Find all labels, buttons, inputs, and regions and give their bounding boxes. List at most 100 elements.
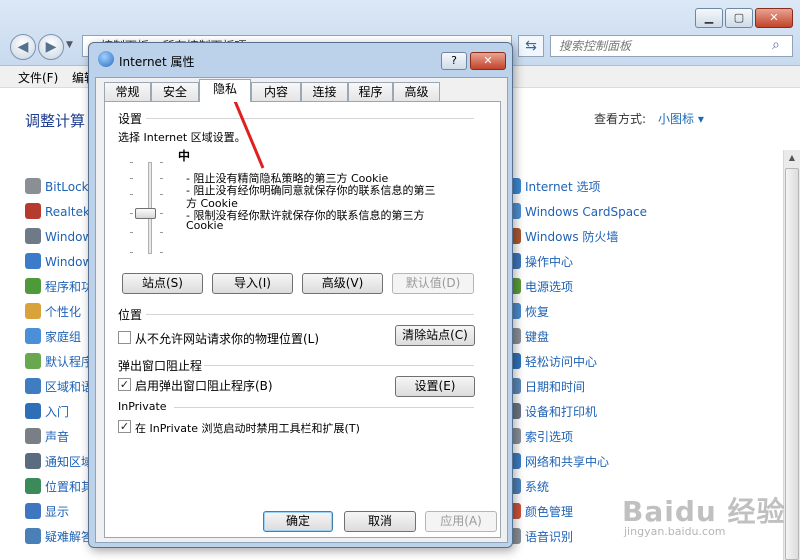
slider-tick <box>160 232 163 233</box>
programs-icon <box>25 278 41 294</box>
settings-divider <box>146 118 474 119</box>
tab-general[interactable]: 常规 <box>104 82 151 101</box>
cp-item-windows-2[interactable]: Window <box>25 253 92 271</box>
minimize-button[interactable]: ▁ <box>695 8 723 28</box>
cp-item-color-management[interactable]: 颜色管理 <box>505 503 573 521</box>
tab-programs[interactable]: 程序 <box>348 82 393 101</box>
settings-instruction: 选择 Internet 区域设置。 <box>118 131 246 144</box>
slider-tick <box>130 213 133 214</box>
settings-group-label: 设置 <box>118 112 143 126</box>
location-checkbox[interactable] <box>118 331 131 344</box>
cp-item-display[interactable]: 显示 <box>25 503 69 521</box>
cp-item-power[interactable]: 电源选项 <box>505 278 573 296</box>
cp-item-ease-of-access[interactable]: 轻松访问中心 <box>505 353 597 371</box>
tab-content[interactable]: 内容 <box>251 82 301 101</box>
cp-item-speech-recognition[interactable]: 语音识别 <box>505 528 573 546</box>
search-icon[interactable]: ⌕ <box>772 37 780 53</box>
dialog-close-button[interactable]: ✕ <box>470 52 506 70</box>
inprivate-checkbox-label[interactable]: 在 InPrivate 浏览启动时禁用工具栏和扩展(T) <box>135 420 360 436</box>
sound-icon <box>25 428 41 444</box>
speaker-icon <box>25 203 41 219</box>
tab-security[interactable]: 安全 <box>151 82 199 101</box>
popup-blocker-checkbox[interactable]: ✓ <box>118 378 131 391</box>
privacy-level-title: 中 <box>178 149 191 163</box>
display-icon <box>25 503 41 519</box>
cp-item-action-center[interactable]: 操作中心 <box>505 253 573 271</box>
privacy-desc-line-5: Cookie <box>186 219 224 232</box>
tab-advanced[interactable]: 高级 <box>393 82 440 101</box>
cp-item-indexing[interactable]: 索引选项 <box>505 428 573 446</box>
close-window-button[interactable]: ✕ <box>755 8 793 28</box>
location-divider <box>146 314 474 315</box>
bitlocker-icon <box>25 178 41 194</box>
homegroup-icon <box>25 328 41 344</box>
windows-icon <box>25 228 41 244</box>
cp-item-network-sharing[interactable]: 网络和共享中心 <box>505 453 609 471</box>
tab-privacy[interactable]: 隐私 <box>199 79 251 102</box>
cp-item-location[interactable]: 位置和其 <box>25 478 93 496</box>
cp-item-programs[interactable]: 程序和功 <box>25 278 93 296</box>
sites-button[interactable]: 站点(S) <box>122 273 203 294</box>
apply-button[interactable]: 应用(A) <box>425 511 497 532</box>
inprivate-group-label: InPrivate <box>118 400 167 413</box>
slider-tick <box>130 252 133 253</box>
search-input[interactable]: 搜索控制面板 <box>550 35 793 57</box>
popup-blocker-checkbox-label[interactable]: 启用弹出窗口阻止程序(B) <box>135 377 273 394</box>
cancel-button[interactable]: 取消 <box>344 511 416 532</box>
watermark-url: jingyan.baidu.com <box>624 525 726 538</box>
cp-item-cardspace[interactable]: Windows CardSpace <box>505 203 647 221</box>
cp-item-devices-printers[interactable]: 设备和打印机 <box>505 403 597 421</box>
cp-item-homegroup[interactable]: 家庭组 <box>25 328 81 346</box>
ok-button[interactable]: 确定 <box>263 511 333 532</box>
page-title: 调整计算 <box>25 112 86 130</box>
history-dropdown-icon[interactable]: ▼ <box>66 40 73 50</box>
back-arrow-icon[interactable]: ◀ <box>10 34 36 60</box>
tab-connections[interactable]: 连接 <box>301 82 348 101</box>
popup-settings-button[interactable]: 设置(E) <box>395 376 475 397</box>
privacy-slider-thumb[interactable] <box>135 208 156 219</box>
notification-icon <box>25 453 41 469</box>
menu-file[interactable]: 文件(F) <box>18 69 58 86</box>
view-mode-dropdown[interactable]: 小图标 ▾ <box>658 110 704 127</box>
maximize-button[interactable]: ▢ <box>725 8 753 28</box>
advanced-button[interactable]: 高级(V) <box>302 273 383 294</box>
default-button[interactable]: 默认值(D) <box>392 273 474 294</box>
help-button[interactable]: ? <box>441 52 467 70</box>
slider-tick <box>160 194 163 195</box>
scrollbar-thumb[interactable] <box>785 168 799 560</box>
cp-item-troubleshoot[interactable]: 疑难解答 <box>25 528 93 546</box>
cp-item-date-time[interactable]: 日期和时间 <box>505 378 585 396</box>
cp-item-windows-1[interactable]: Window <box>25 228 92 246</box>
location-group-label: 位置 <box>118 308 143 322</box>
cp-item-personalize[interactable]: 个性化 <box>25 303 81 321</box>
refresh-icon[interactable]: ⇆ <box>518 35 544 57</box>
globe-icon <box>25 378 41 394</box>
slider-tick <box>160 252 163 253</box>
import-button[interactable]: 导入(I) <box>212 273 293 294</box>
slider-tick <box>160 178 163 179</box>
forward-arrow-icon[interactable]: ▶ <box>38 34 64 60</box>
cp-item-region[interactable]: 区域和语 <box>25 378 93 396</box>
cp-item-notification-area[interactable]: 通知区域 <box>25 453 93 471</box>
slider-tick <box>160 162 163 163</box>
cp-item-realtek[interactable]: Realtek <box>25 203 90 221</box>
slider-tick <box>130 232 133 233</box>
getting-started-icon <box>25 403 41 419</box>
troubleshoot-icon <box>25 528 41 544</box>
watermark-logo: Baidu 经验 <box>622 495 786 528</box>
cp-item-internet-options[interactable]: Internet 选项 <box>505 178 600 196</box>
clear-sites-button[interactable]: 清除站点(C) <box>395 325 475 346</box>
dialog-title: Internet 属性 <box>119 55 195 69</box>
cp-item-firewall[interactable]: Windows 防火墙 <box>505 228 618 246</box>
cp-item-bitlocker[interactable]: BitLock <box>25 178 89 196</box>
cp-item-default-programs[interactable]: 默认程序 <box>25 353 93 371</box>
location-checkbox-label[interactable]: 从不允许网站请求你的物理位置(L) <box>135 330 319 347</box>
popup-group-label: 弹出窗口阻止程 <box>118 359 203 373</box>
scroll-up-icon[interactable]: ▲ <box>784 150 800 166</box>
cp-item-getting-started[interactable]: 入门 <box>25 403 69 421</box>
cp-item-sound[interactable]: 声音 <box>25 428 69 446</box>
view-by-label: 查看方式: <box>594 112 647 126</box>
inprivate-checkbox[interactable]: ✓ <box>118 420 131 433</box>
popup-divider <box>204 365 474 366</box>
default-programs-icon <box>25 353 41 369</box>
